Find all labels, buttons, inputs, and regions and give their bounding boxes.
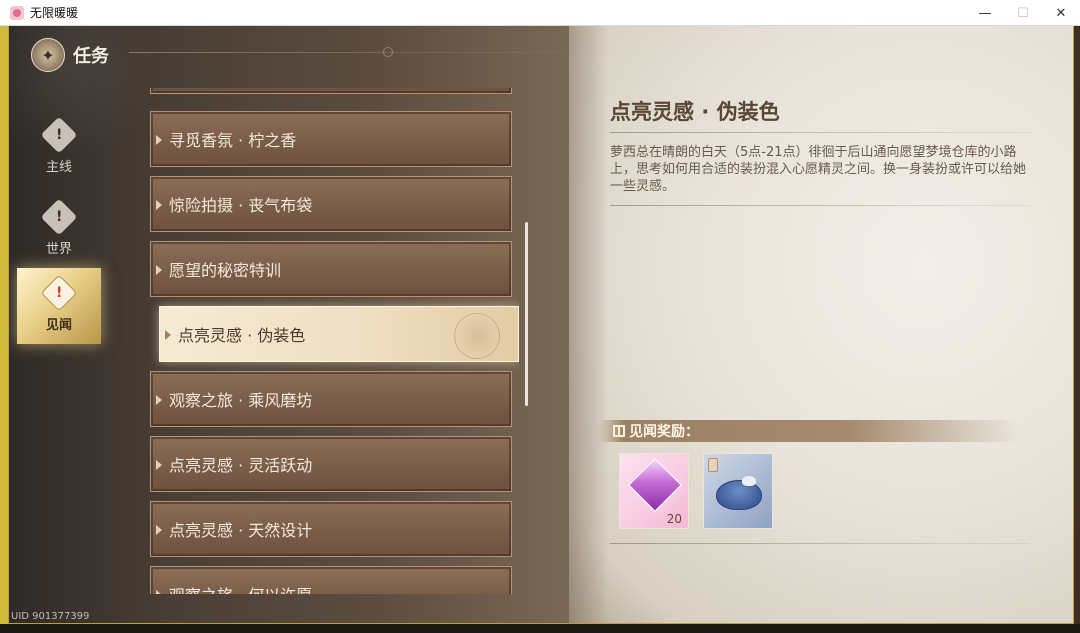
panel-header: ✦ 任务 [31, 38, 109, 72]
main-quest-icon: ! [40, 116, 78, 153]
reward-item-hat[interactable] [703, 453, 773, 529]
window-frame-bottom [0, 624, 1080, 633]
quest-detail-title: 点亮灵感 · 伪装色 [610, 100, 780, 124]
quest-description: 萝西总在晴朗的白天（5点-21点）徘徊于后山通向愿望梦境仓库的小路上，思考如何用… [610, 145, 1027, 194]
quest-item[interactable]: 点亮灵感 · 天然设计 [150, 501, 512, 557]
header-decoration-dot [383, 47, 393, 57]
quest-label: 点亮灵感 · 伪装色 [178, 326, 306, 345]
quest-item-partial[interactable] [150, 88, 512, 94]
world-quest-icon: ! [40, 198, 78, 235]
player-uid: UID 901377399 [11, 611, 90, 622]
reward-item-gem[interactable]: 20 [619, 453, 689, 529]
quest-list[interactable]: 寻觅香氛 · 柠之香 惊险拍摄 · 丧气布袋 愿望的秘密特训 点亮灵感 · 伪装… [149, 88, 519, 594]
bow-icon [742, 476, 756, 486]
rewards-header: 见闻奖励： [599, 420, 1019, 442]
quest-list-panel: ✦ 任务 ! 主线 ! 世界 ! 见闻 寻觅香氛 · 柠之香 惊险拍摄 · 丧气… [9, 26, 569, 623]
hat-icon [716, 480, 762, 510]
rewards-divider [610, 543, 1030, 544]
rarity-badge-icon [708, 458, 718, 472]
quest-detail-panel: 点亮灵感 · 伪装色 萝西总在晴朗的白天（5点-21点）徘徊于后山通向愿望梦境仓… [569, 26, 1073, 623]
quest-label: 观察之旅 · 何以许愿 [169, 582, 312, 594]
category-label: 见闻 [45, 317, 72, 333]
insight-quest-icon: ! [40, 274, 78, 311]
window-titlebar: 无限暖暖 — ☐ ✕ [0, 0, 1080, 26]
quest-item[interactable]: 观察之旅 · 乘风磨坊 [150, 371, 512, 427]
quest-item[interactable]: 惊险拍摄 · 丧气布袋 [150, 176, 512, 232]
reward-count: 20 [666, 512, 682, 526]
quest-label: 寻觅香氛 · 柠之香 [169, 131, 297, 150]
maximize-button[interactable]: ☐ [1004, 0, 1042, 26]
window-controls: — ☐ ✕ [966, 0, 1080, 26]
window-title: 无限暖暖 [30, 6, 79, 20]
quest-item[interactable]: 愿望的秘密特训 [150, 241, 512, 297]
app-icon [10, 5, 24, 20]
description-divider [610, 205, 1030, 206]
quest-label: 观察之旅 · 乘风磨坊 [169, 391, 313, 410]
title-divider [610, 132, 1030, 133]
category-label: 世界 [45, 241, 72, 257]
game-viewport: ✦ 任务 ! 主线 ! 世界 ! 见闻 寻觅香氛 · 柠之香 惊险拍摄 · 丧气… [8, 26, 1074, 624]
category-tab-world[interactable]: ! 世界 [17, 194, 101, 266]
quest-list-scrollbar[interactable] [525, 222, 528, 406]
rewards-header-label: 见闻奖励： [629, 424, 699, 440]
minimize-button[interactable]: — [966, 0, 1004, 26]
window-frame-left [0, 26, 8, 633]
category-tab-main[interactable]: ! 主线 [17, 112, 101, 184]
quest-label: 惊险拍摄 · 丧气布袋 [169, 196, 313, 215]
quest-label: 点亮灵感 · 天然设计 [169, 521, 313, 540]
category-tab-insight[interactable]: ! 见闻 [17, 268, 101, 344]
quest-item[interactable]: 观察之旅 · 何以许愿 [150, 566, 512, 594]
close-button[interactable]: ✕ [1042, 0, 1080, 26]
page-title: 任务 [73, 46, 109, 67]
quest-item[interactable]: 寻觅香氛 · 柠之香 [150, 111, 512, 167]
quest-item-selected[interactable]: 点亮灵感 · 伪装色 [159, 306, 519, 362]
quest-label: 愿望的秘密特训 [169, 261, 282, 280]
window-frame-right [1074, 26, 1080, 633]
compass-icon[interactable]: ✦ [31, 38, 65, 72]
quest-item[interactable]: 点亮灵感 · 灵活跃动 [150, 436, 512, 492]
gem-icon [628, 458, 682, 512]
quest-label: 点亮灵感 · 灵活跃动 [169, 456, 313, 475]
header-decoration-line [129, 52, 569, 53]
gift-icon [613, 425, 625, 437]
category-label: 主线 [45, 159, 72, 175]
